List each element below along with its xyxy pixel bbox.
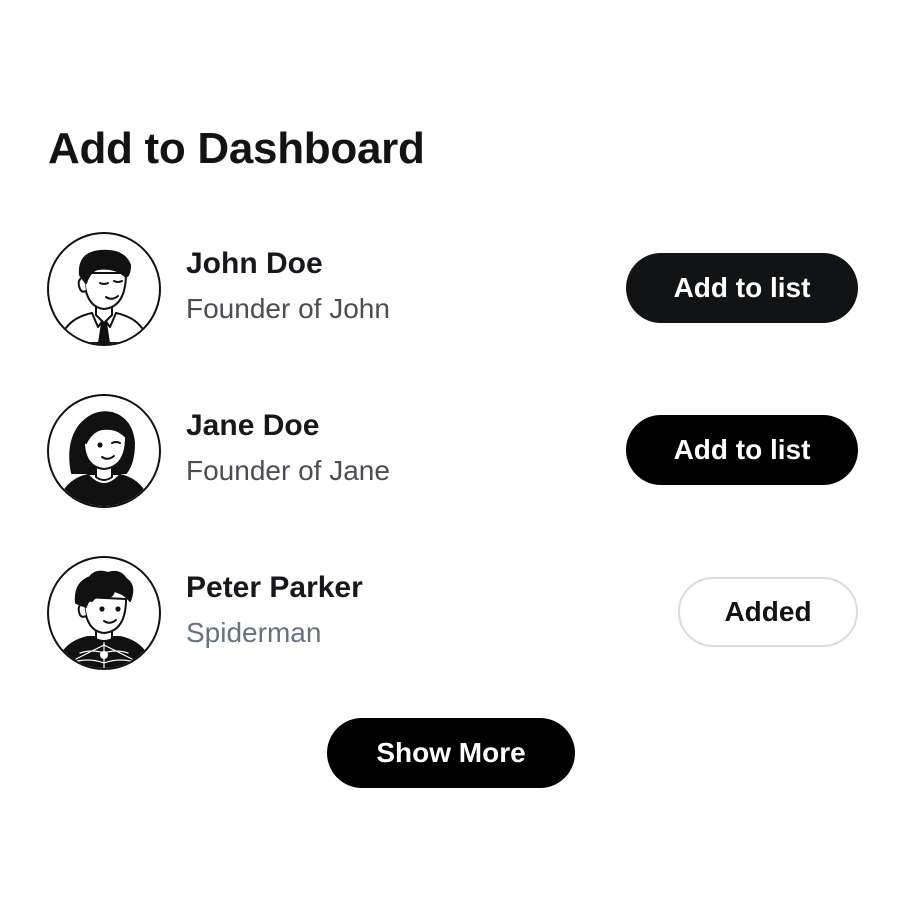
person-name: John Doe xyxy=(186,247,323,280)
person-subtitle: Founder of John xyxy=(186,293,390,324)
person-subtitle: Founder of Jane xyxy=(186,455,390,486)
list-item: Jane Doe Founder of Jane Add to list xyxy=(46,393,858,509)
add-to-list-button[interactable]: Add to list xyxy=(626,415,858,485)
added-button[interactable]: Added xyxy=(678,577,858,647)
page-title: Add to Dashboard xyxy=(48,124,425,173)
person-subtitle: Spiderman xyxy=(186,617,322,648)
spiderman-avatar-icon xyxy=(46,555,162,671)
person-name: Jane Doe xyxy=(186,409,320,442)
add-to-list-button[interactable]: Add to list xyxy=(626,253,858,323)
list-item: Peter Parker Spiderman Added xyxy=(46,555,858,671)
man-with-tie-avatar-icon xyxy=(46,231,162,347)
person-name: Peter Parker xyxy=(186,571,363,604)
list-item: John Doe Founder of John Add to list xyxy=(46,231,858,347)
show-more-button[interactable]: Show More xyxy=(327,718,575,788)
woman-avatar-icon xyxy=(46,393,162,509)
